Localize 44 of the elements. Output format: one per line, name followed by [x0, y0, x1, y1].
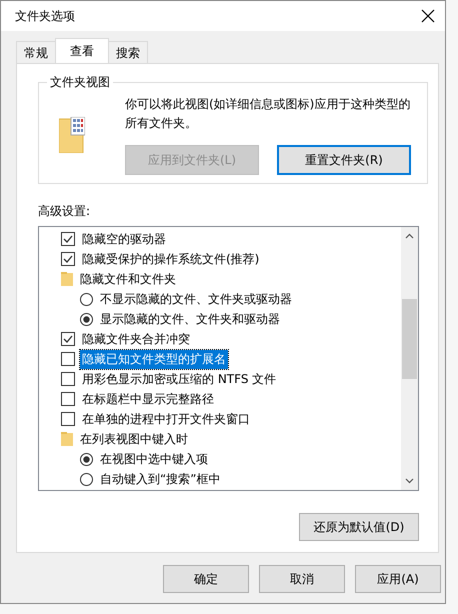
checkbox[interactable]: [61, 372, 75, 386]
tab[interactable]: 常规: [16, 41, 56, 63]
restore-defaults-button[interactable]: 还原为默认值(D): [299, 513, 419, 541]
scrollbar-thumb[interactable]: [402, 298, 417, 378]
checkbox[interactable]: [61, 412, 75, 426]
option-label[interactable]: 隐藏受保护的操作系统文件(推荐): [80, 250, 262, 268]
option-label[interactable]: 不显示隐藏的文件、文件夹或驱动器: [98, 290, 294, 308]
group-label[interactable]: 隐藏文件和文件夹: [78, 270, 178, 288]
radio-button[interactable]: [80, 452, 93, 466]
checkbox[interactable]: [61, 332, 75, 346]
option-label[interactable]: 自动键入到“搜索”框中: [98, 470, 222, 488]
option-label[interactable]: 用彩色显示加密或压缩的 NTFS 文件: [80, 370, 278, 388]
option-label[interactable]: 隐藏文件夹合并冲突: [80, 330, 192, 348]
scroll-down-icon[interactable]: [405, 478, 414, 484]
window-title: 文件夹选项: [15, 8, 75, 24]
tab[interactable]: 查看: [55, 38, 109, 63]
reset-folders-button[interactable]: 重置文件夹(R): [277, 145, 411, 175]
scrollbar[interactable]: [401, 227, 418, 490]
checkbox[interactable]: [61, 252, 75, 266]
checkbox[interactable]: [61, 392, 75, 406]
folder-grid-icon: [59, 117, 85, 153]
option-label[interactable]: 在单独的进程中打开文件夹窗口: [80, 410, 252, 428]
apply-button[interactable]: 应用(A): [355, 565, 441, 593]
advanced-settings-label: 高级设置:: [38, 203, 92, 220]
option-label[interactable]: 在标题栏中显示完整路径: [80, 390, 216, 408]
folder-icon: [61, 272, 73, 286]
radio-button[interactable]: [80, 312, 93, 326]
close-icon[interactable]: [421, 9, 435, 23]
cancel-button[interactable]: 取消: [259, 565, 345, 593]
tab[interactable]: 搜索: [108, 41, 148, 63]
radio-button[interactable]: [80, 292, 93, 306]
option-label[interactable]: 隐藏已知文件类型的扩展名: [80, 350, 228, 368]
folder-icon: [61, 432, 73, 446]
description-text: 你可以将此视图(如详细信息或图标)应用于这种类型的所有文件夹。: [125, 96, 412, 132]
option-label[interactable]: 显示隐藏的文件、文件夹和驱动器: [98, 310, 282, 328]
group-label[interactable]: 在列表视图中键入时: [78, 430, 190, 448]
scroll-up-icon[interactable]: [405, 233, 414, 239]
ok-button[interactable]: 确定: [163, 565, 249, 593]
radio-button[interactable]: [80, 472, 93, 486]
checkbox[interactable]: [61, 232, 75, 246]
option-label[interactable]: 在视图中选中键入项: [98, 450, 210, 468]
checkbox[interactable]: [61, 352, 75, 366]
option-label[interactable]: 隐藏空的驱动器: [80, 230, 168, 248]
group-title: 文件夹视图: [49, 74, 111, 91]
